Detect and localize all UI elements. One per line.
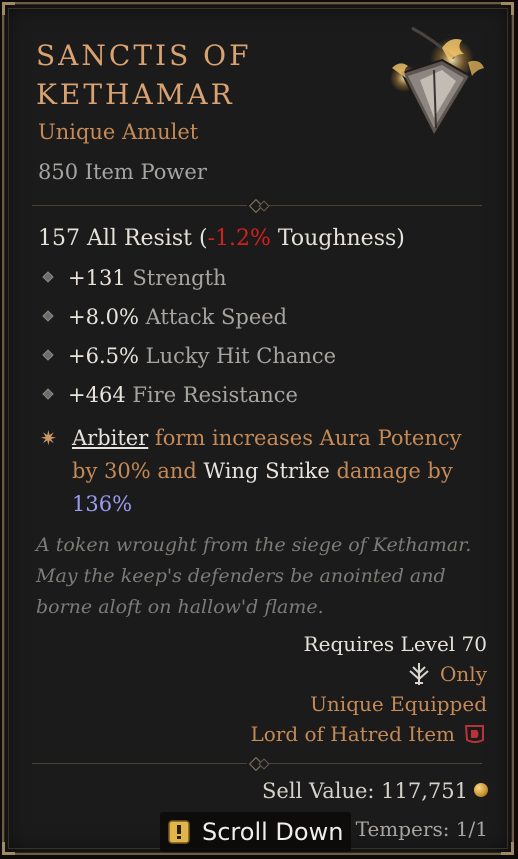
item-name-line2: Kethamar xyxy=(36,78,235,111)
affix-value: +8.0% xyxy=(68,305,139,329)
diamond-bullet-icon xyxy=(42,388,54,400)
divider xyxy=(32,756,482,772)
affix-value: +464 xyxy=(68,383,126,407)
aspect-value: 136% xyxy=(72,492,133,516)
paladin-class-icon xyxy=(409,662,429,685)
corner-ornament xyxy=(501,842,514,855)
affix-lucky-hit: +6.5% Lucky Hit Chance xyxy=(42,344,337,368)
affix-stat: Strength xyxy=(125,266,227,290)
toughness-change: -1.2% xyxy=(207,226,271,251)
affix-strength: +131 Strength xyxy=(42,266,227,290)
flavor-text: A token wrought from the siege of Ketham… xyxy=(36,534,472,618)
amulet-icon xyxy=(390,26,484,139)
sell-value: Sell Value: 117,751 xyxy=(262,779,488,803)
scroll-down-label: Scroll Down xyxy=(202,818,344,846)
affix-stat: Attack Speed xyxy=(138,305,288,329)
unique-equipped: Unique Equipped xyxy=(310,692,487,716)
item-power: 850 Item Power xyxy=(38,160,207,184)
expansion-label: Lord of Hatred Item xyxy=(250,722,455,746)
affix-stat: Fire Resistance xyxy=(125,383,298,407)
diamond-bullet-icon xyxy=(42,349,54,361)
affix-value: +6.5% xyxy=(68,344,139,368)
tempers-count: Tempers: 1/1 xyxy=(355,817,488,841)
item-name: Sanctis of Kethamar xyxy=(36,36,316,114)
class-requirement: Only xyxy=(406,662,487,689)
unique-aspect: ✷ Arbiter form increases Aura Potency by… xyxy=(40,422,480,521)
toughness-label: Toughness) xyxy=(270,226,405,251)
diamond-bullet-icon xyxy=(42,310,54,322)
expansion-requirement: Lord of Hatred Item xyxy=(250,722,487,748)
scroll-down-icon xyxy=(168,820,190,844)
item-rarity: Unique Amulet xyxy=(38,120,199,144)
gold-coin-icon xyxy=(474,782,488,797)
affix-stat: Lucky Hit Chance xyxy=(138,344,337,368)
d4-expansion-icon xyxy=(464,724,484,743)
affix-attack-speed: +8.0% Attack Speed xyxy=(42,305,288,329)
diamond-bullet-icon xyxy=(42,271,54,283)
item-name-line1: Sanctis of xyxy=(36,39,252,72)
aspect-text: damage by xyxy=(329,459,453,483)
affix-fire-resistance: +464 Fire Resistance xyxy=(42,383,298,407)
sell-value-label: Sell Value: 117,751 xyxy=(262,779,468,803)
corner-ornament xyxy=(2,2,15,15)
affix-value: +131 xyxy=(68,266,126,290)
corner-ornament xyxy=(2,842,15,855)
divider xyxy=(32,198,482,214)
star-icon: ✷ xyxy=(40,426,57,450)
all-resist: 157 All Resist (-1.2% Toughness) xyxy=(38,226,405,251)
scroll-down-prompt[interactable]: Scroll Down xyxy=(160,812,352,852)
corner-ornament xyxy=(501,2,514,15)
class-only-label: Only xyxy=(440,662,487,686)
aspect-skill-arbiter[interactable]: Arbiter xyxy=(72,426,148,450)
required-level: Requires Level 70 xyxy=(303,632,487,656)
aspect-skill-wing-strike: Wing Strike xyxy=(203,459,330,483)
all-resist-value: 157 All Resist ( xyxy=(38,226,208,251)
